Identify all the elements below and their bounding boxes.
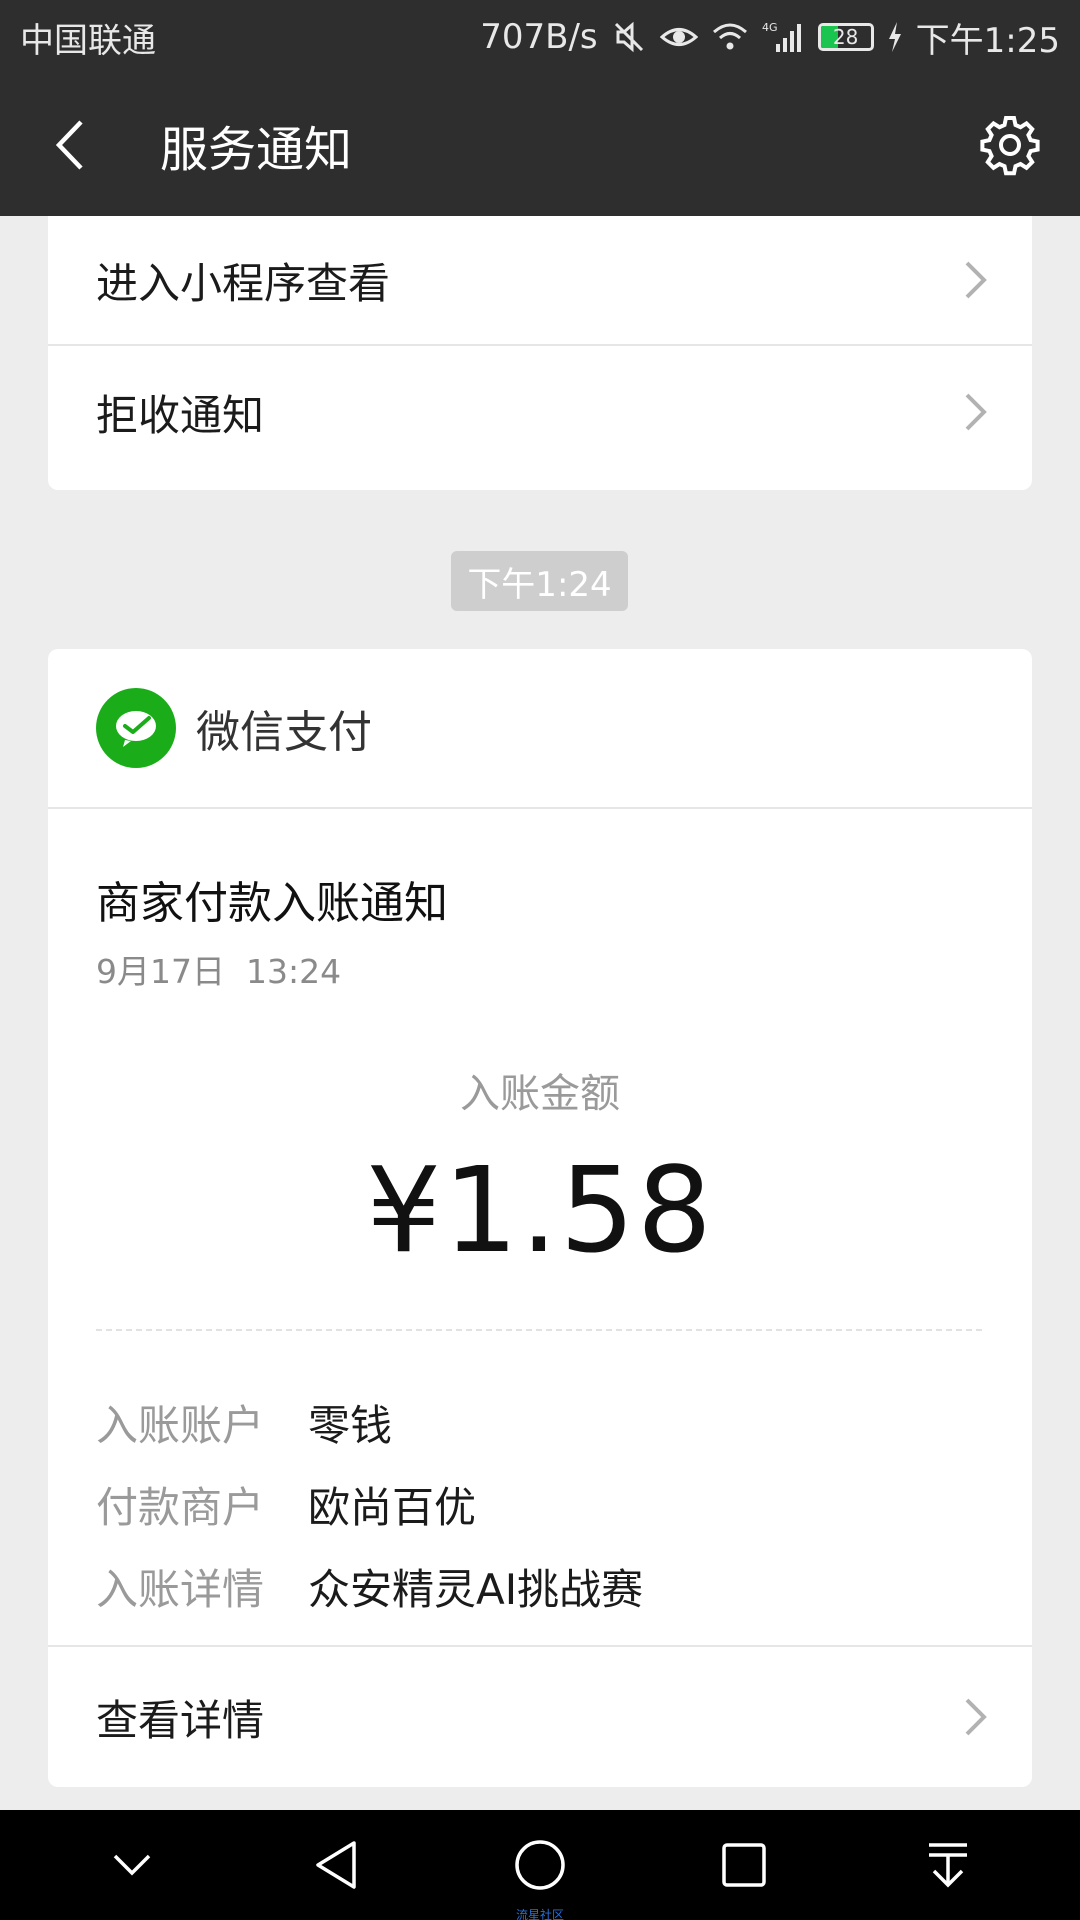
watermark: 流星社区: [515, 1908, 564, 1920]
info-key: 入账详情: [96, 1564, 265, 1614]
reject-notice-label: 拒收通知: [96, 390, 265, 440]
battery-icon: 28: [817, 17, 874, 57]
info-key: 入账账户: [96, 1400, 265, 1450]
settings-button[interactable]: [970, 105, 1050, 185]
back-arrow-icon: [55, 120, 83, 170]
signal-4g-icon: 4G: [762, 17, 804, 57]
wifi-icon: [712, 17, 748, 57]
title-bar: 服务通知: [0, 74, 1080, 216]
open-mini-program-label: 进入小程序查看: [96, 258, 391, 308]
chevron-right-icon: [965, 261, 987, 299]
carrier-label: 中国联通: [20, 20, 156, 61]
info-value: 众安精灵AI挑战赛: [308, 1564, 644, 1614]
status-icons: 707B/s 4G 28 下午1:25: [480, 13, 1060, 62]
nav-recents-button[interactable]: [699, 1820, 789, 1910]
view-details-row[interactable]: 查看详情: [48, 1645, 1032, 1787]
system-nav-bar: [0, 1810, 1080, 1920]
wechat-pay-logo-icon: [96, 688, 176, 768]
net-speed-label: 707B/s: [480, 17, 598, 57]
svg-text:4G: 4G: [762, 21, 778, 34]
gear-icon: [980, 116, 1040, 176]
back-button[interactable]: [40, 105, 100, 185]
brand-name: 微信支付: [196, 707, 372, 758]
payment-notice-card[interactable]: 微信支付 商家付款入账通知 9月17日 13:24 入账金额 ¥1.58 入账账…: [48, 649, 1032, 1787]
chevron-right-icon: [965, 1698, 987, 1736]
reject-notice-row[interactable]: 拒收通知: [48, 346, 1032, 478]
pull-down-icon: [929, 1843, 967, 1888]
chevron-down-icon: [113, 1854, 151, 1876]
notice-title: 商家付款入账通知: [96, 878, 448, 929]
notice-body: 商家付款入账通知 9月17日 13:24 入账金额 ¥1.58 入账账户 零钱 …: [48, 867, 1032, 1627]
info-key: 付款商户: [96, 1482, 265, 1532]
open-mini-program-row[interactable]: 进入小程序查看: [48, 216, 1032, 346]
amount-label: 入账金额: [460, 1071, 620, 1117]
circle-home-icon: [515, 1840, 565, 1890]
message-timestamp: 下午1:24: [451, 551, 628, 611]
mute-icon: [612, 17, 646, 57]
info-row-account: 入账账户 零钱: [96, 1381, 984, 1463]
clock-label: 下午1:25: [915, 20, 1060, 61]
triangle-back-icon: [316, 1841, 356, 1889]
eye-icon: [659, 17, 698, 57]
notice-header: 微信支付: [48, 649, 1032, 809]
square-recents-icon: [722, 1843, 766, 1887]
amount-value: ¥1.58: [366, 1141, 714, 1279]
nav-back-button[interactable]: [291, 1820, 381, 1910]
battery-level: 28: [832, 25, 859, 49]
dashed-divider: [96, 1329, 982, 1331]
info-value: 零钱: [308, 1400, 393, 1450]
info-list: 入账账户 零钱 付款商户 欧尚百优 入账详情 众安精灵AI挑战赛: [96, 1381, 984, 1627]
notice-date: 9月17日 13:24: [96, 952, 342, 991]
nav-home-button[interactable]: [495, 1820, 585, 1910]
page-title: 服务通知: [160, 122, 353, 178]
view-details-label: 查看详情: [96, 1695, 265, 1745]
notification-pulldown-button[interactable]: [903, 1820, 993, 1910]
info-row-merchant: 付款商户 欧尚百优: [96, 1463, 984, 1545]
hide-nav-button[interactable]: [87, 1820, 177, 1910]
chevron-right-icon: [965, 393, 987, 431]
charging-icon: [888, 17, 902, 57]
screen: 中国联通 707B/s 4G 28 下午1:25 服务通知 进入小程序查看 拒收…: [0, 0, 1080, 1920]
status-bar: 中国联通 707B/s 4G 28 下午1:25: [0, 0, 1080, 74]
info-row-detail: 入账详情 众安精灵AI挑战赛: [96, 1545, 984, 1627]
mini-program-card: 进入小程序查看 拒收通知: [48, 216, 1032, 490]
info-value: 欧尚百优: [308, 1482, 477, 1532]
